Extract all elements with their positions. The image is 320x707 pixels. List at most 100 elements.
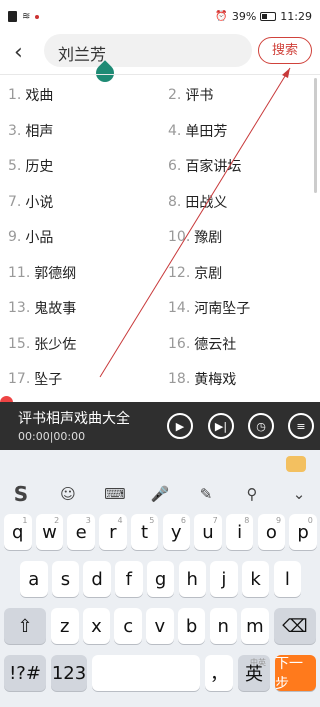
key-k[interactable]: k (241, 561, 270, 597)
symbols-key[interactable]: !?# (4, 655, 46, 691)
hot-search-item[interactable]: 14. 河南坠子 (168, 293, 250, 323)
key-e[interactable]: e3 (67, 514, 95, 550)
key-x[interactable]: x (82, 608, 111, 644)
hot-search-item[interactable]: 3. 相声 (8, 116, 53, 146)
status-bar: ≋ ⏰ 39% 11:29 (0, 0, 320, 34)
item-label: 坠子 (34, 372, 63, 388)
key-d[interactable]: d (83, 561, 111, 597)
key-hint: 5 (149, 516, 155, 525)
key-g[interactable]: g (146, 561, 175, 597)
key-t-label: t (141, 521, 149, 543)
hot-search-item[interactable]: 15. 张少佐 (8, 329, 76, 359)
hot-search-item[interactable]: 18. 黄梅戏 (168, 364, 236, 394)
key-i[interactable]: i8 (225, 514, 254, 550)
item-label: 评书 (185, 88, 214, 104)
language-toggle-key[interactable]: 英中英 (238, 655, 270, 691)
sogou-logo[interactable]: S (10, 482, 32, 506)
hot-search-item[interactable]: 2. 评书 (168, 80, 213, 110)
next-track-button[interactable]: ▶| (208, 413, 234, 439)
key-l[interactable]: l (273, 561, 302, 597)
hot-search-item[interactable]: 12. 京剧 (168, 258, 222, 288)
backspace-key-label: ⌫ (282, 615, 308, 637)
key-m[interactable]: m (241, 608, 269, 644)
next-step-key[interactable]: 下一步 (275, 655, 316, 692)
hot-search-item[interactable]: 1. 戏曲 (8, 80, 53, 110)
collapse-icon[interactable]: ⌄ (288, 483, 310, 505)
key-j[interactable]: j (210, 561, 238, 597)
hot-search-item[interactable]: 6. 百家讲坛 (168, 151, 241, 181)
key-h[interactable]: h (178, 561, 206, 597)
key-q[interactable]: q1 (4, 514, 32, 550)
hot-search-item[interactable]: 7. 小说 (8, 187, 53, 217)
back-button[interactable]: ‹ (14, 40, 23, 65)
wifi-icon: ≋ (22, 11, 31, 22)
item-label: 相声 (25, 123, 54, 140)
item-label: 田战义 (185, 194, 228, 211)
key-l-label: l (284, 568, 290, 590)
item-rank: 4. (168, 122, 182, 139)
item-label: 张少佐 (34, 336, 77, 353)
item-label: 河南坠子 (194, 301, 251, 317)
scrollbar[interactable] (314, 78, 317, 193)
item-label: 豫剧 (194, 230, 223, 246)
player-time: 00:00|00:00 (18, 430, 86, 443)
hot-search-item[interactable]: 13. 鬼故事 (8, 293, 76, 323)
key-y[interactable]: y6 (162, 514, 190, 550)
hot-search-item[interactable]: 17. 坠子 (8, 364, 62, 394)
hot-search-item[interactable]: 16. 德云社 (168, 329, 236, 359)
backspace-key[interactable]: ⌫ (274, 608, 316, 644)
comma-key[interactable]: ， (205, 655, 233, 691)
key-h-label: h (186, 568, 198, 590)
hot-search-item[interactable]: 9. 小品 (8, 222, 53, 252)
numbers-key[interactable]: 123 (51, 655, 87, 691)
hot-search-item[interactable]: 5. 历史 (8, 151, 53, 181)
search-input[interactable]: 刘兰芳 (44, 34, 252, 67)
mic-icon[interactable]: 🎤 (149, 483, 171, 505)
key-hint: 6 (180, 516, 186, 525)
key-j-label: j (221, 568, 227, 590)
numbers-key-label: 123 (51, 662, 87, 684)
item-rank: 18. (168, 371, 191, 387)
hot-search-item[interactable]: 11. 郭德纲 (8, 258, 76, 288)
key-z[interactable]: z (51, 608, 79, 644)
sim-icon (8, 11, 17, 22)
key-v[interactable]: v (146, 608, 174, 644)
play-button[interactable]: ▶ (167, 413, 193, 439)
keyboard-toolbar: S ☺ ⌨ 🎤 ✎ ⚲ ⌄ (0, 450, 320, 508)
playlist-button[interactable]: ≡ (288, 413, 314, 439)
key-p[interactable]: p0 (289, 514, 317, 550)
key-n[interactable]: n (209, 608, 237, 644)
item-label: 单田芳 (185, 123, 228, 140)
space-key[interactable] (92, 655, 200, 691)
notification-dot (35, 14, 40, 19)
timer-button[interactable]: ◷ (248, 413, 274, 439)
item-label: 德云社 (194, 336, 237, 353)
mini-player[interactable]: 评书相声戏曲大全 00:00|00:00 ▶ ▶| ◷ ≡ (0, 402, 320, 450)
key-r[interactable]: r4 (99, 514, 127, 550)
pen-icon[interactable]: ✎ (195, 483, 217, 505)
player-title: 评书相声戏曲大全 (18, 411, 130, 427)
key-a[interactable]: a (20, 561, 48, 597)
key-s-label: s (60, 568, 71, 590)
key-m-label: m (246, 615, 264, 637)
search-button[interactable]: 搜索 (258, 37, 312, 64)
key-f-label: f (125, 568, 133, 590)
key-o[interactable]: o9 (257, 514, 286, 550)
key-hint: 1 (22, 516, 28, 525)
hot-search-item[interactable]: 10. 豫剧 (168, 222, 222, 252)
search-icon[interactable]: ⚲ (241, 483, 263, 505)
key-s[interactable]: s (51, 561, 80, 597)
key-f[interactable]: f (115, 561, 143, 597)
key-c[interactable]: c (114, 608, 142, 644)
shift-key[interactable]: ⇧ (4, 608, 46, 644)
key-t[interactable]: t5 (130, 514, 159, 550)
item-label: 小品 (25, 230, 54, 246)
key-u[interactable]: u7 (194, 514, 222, 550)
hot-search-item[interactable]: 4. 单田芳 (168, 116, 227, 146)
keyboard-icon[interactable]: ⌨ (104, 483, 126, 505)
hot-search-item[interactable]: 8. 田战义 (168, 187, 227, 217)
emoji-icon[interactable]: ☺ (57, 483, 79, 505)
key-w[interactable]: w2 (35, 514, 64, 550)
key-b[interactable]: b (177, 608, 206, 644)
key-hint: 8 (244, 516, 250, 525)
